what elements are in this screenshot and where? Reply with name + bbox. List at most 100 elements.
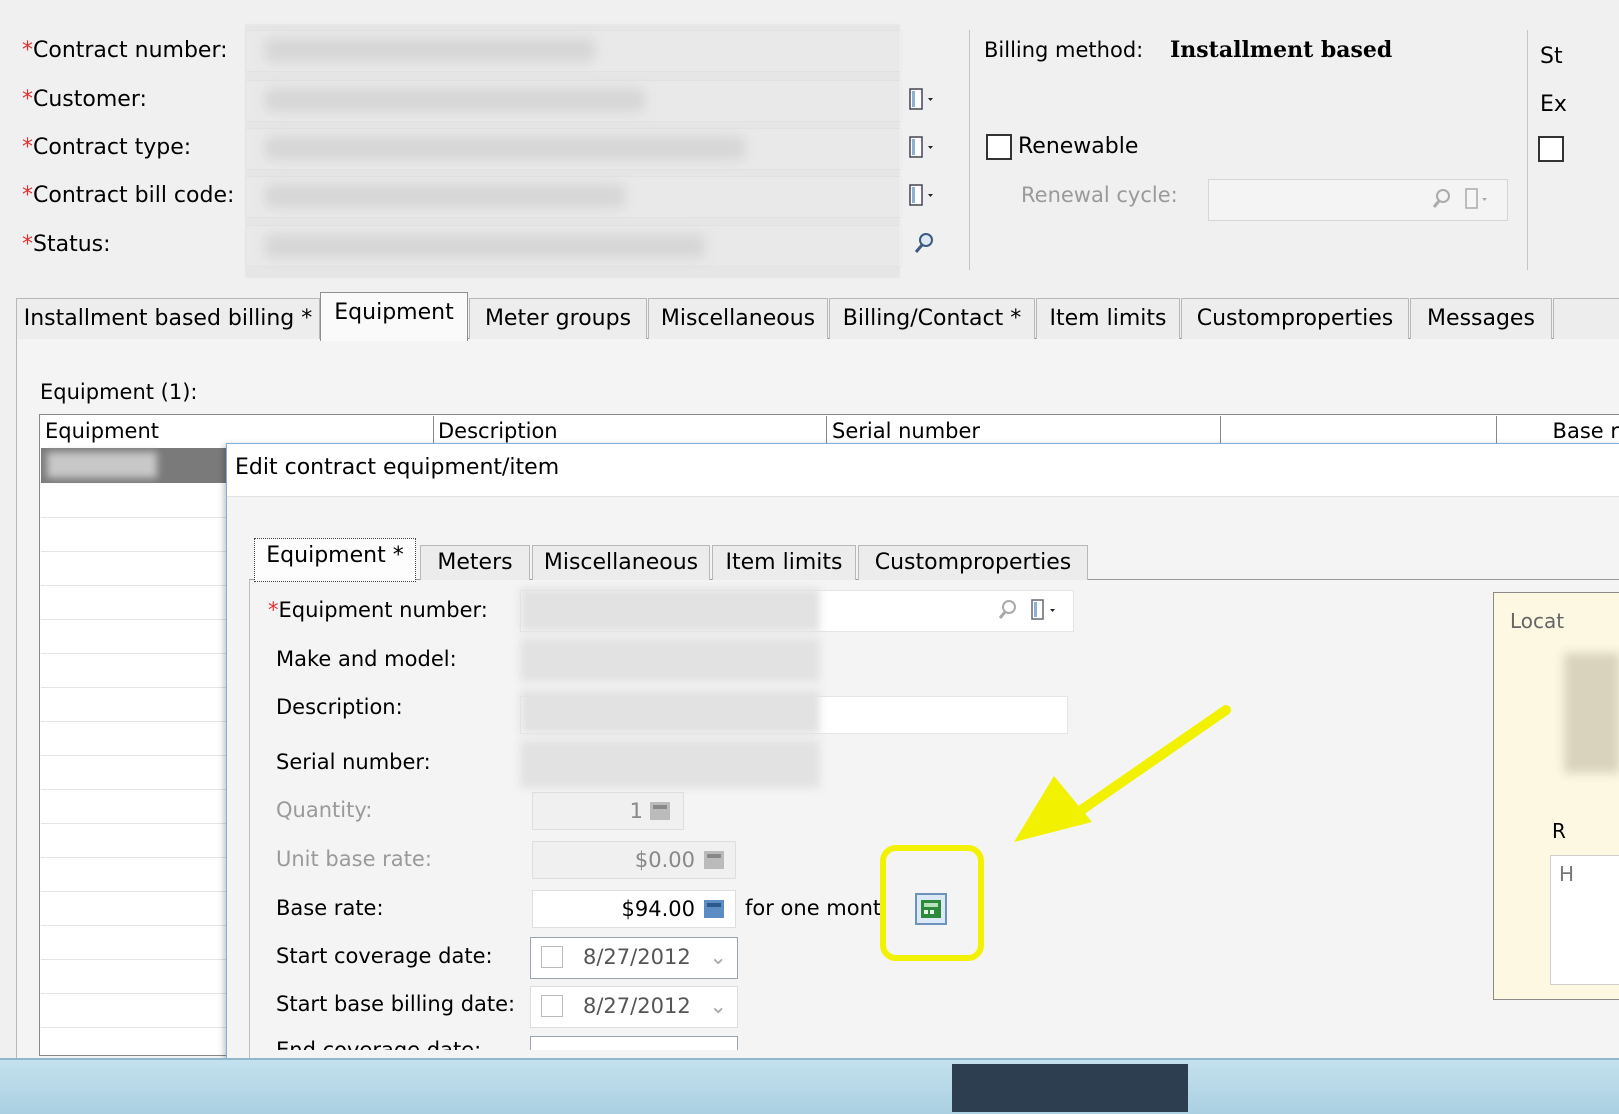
date-enable-checkbox[interactable] bbox=[541, 995, 563, 1017]
right-partial-label-ex: Ex bbox=[1540, 92, 1567, 117]
status-label: *Status: bbox=[22, 232, 111, 257]
table-row-selected[interactable] bbox=[41, 448, 227, 483]
unit-base-rate-label: Unit base rate: bbox=[276, 847, 432, 871]
description-label: Description: bbox=[276, 695, 403, 719]
contract-type-input[interactable] bbox=[245, 128, 902, 170]
calculator-icon[interactable] bbox=[702, 849, 726, 871]
table-row[interactable] bbox=[41, 552, 227, 586]
dialog-tab-customproperties[interactable]: Customproperties bbox=[858, 545, 1088, 580]
table-row[interactable] bbox=[41, 484, 227, 518]
header-divider-right bbox=[1527, 30, 1528, 270]
renewable-label: Renewable bbox=[1018, 134, 1139, 159]
end-coverage-date-picker[interactable] bbox=[530, 1036, 738, 1050]
bottom-taskbar bbox=[0, 1058, 1619, 1114]
contract-number-label: *Contract number: bbox=[22, 38, 228, 63]
start-coverage-date-picker[interactable]: 8/27/2012 ⌄ bbox=[530, 937, 738, 979]
header-form: *Contract number: *Customer: *Contract t… bbox=[0, 0, 1619, 290]
document-dropdown-icon[interactable] bbox=[1460, 184, 1500, 216]
end-coverage-row-clip: End coverage date: bbox=[240, 1034, 760, 1050]
make-model-value-blurred bbox=[520, 638, 820, 682]
location-panel-label: Locat bbox=[1510, 609, 1565, 633]
tab-overflow[interactable] bbox=[1553, 298, 1619, 339]
search-icon[interactable] bbox=[1426, 185, 1456, 215]
table-row[interactable] bbox=[41, 824, 227, 858]
document-dropdown-icon bbox=[909, 184, 933, 206]
table-row[interactable] bbox=[41, 756, 227, 790]
tab-item-limits[interactable]: Item limits bbox=[1036, 298, 1180, 339]
start-base-billing-date-picker[interactable]: 8/27/2012 ⌄ bbox=[530, 986, 738, 1028]
dialog-tab-equipment[interactable]: Equipment * bbox=[254, 538, 416, 582]
table-row[interactable] bbox=[41, 892, 227, 926]
tab-miscellaneous[interactable]: Miscellaneous bbox=[648, 298, 828, 339]
equipment-section-title: Equipment (1): bbox=[40, 380, 198, 404]
base-rate-label: Base rate: bbox=[276, 896, 384, 920]
table-row[interactable] bbox=[41, 586, 227, 620]
column-header-equipment[interactable]: Equipment bbox=[41, 416, 434, 446]
tab-messages[interactable]: Messages bbox=[1410, 298, 1552, 339]
table-row[interactable] bbox=[41, 688, 227, 722]
tab-customproperties[interactable]: Customproperties bbox=[1181, 298, 1409, 339]
column-header-base-rate[interactable]: Base r bbox=[1497, 416, 1619, 446]
dialog-title: Edit contract equipment/item bbox=[235, 455, 560, 480]
table-row[interactable] bbox=[41, 722, 227, 756]
location-notes-h-label: H bbox=[1559, 862, 1575, 886]
tab-billing-contact[interactable]: Billing/Contact * bbox=[829, 298, 1035, 339]
serial-number-label: Serial number: bbox=[276, 750, 431, 774]
contract-type-label: *Contract type: bbox=[22, 135, 192, 160]
document-dropdown-icon[interactable] bbox=[1026, 595, 1070, 627]
base-rate-period-text: for one mont bbox=[745, 896, 882, 920]
header-divider bbox=[969, 30, 970, 270]
customer-input[interactable] bbox=[245, 80, 902, 122]
calculator-icon[interactable] bbox=[702, 898, 726, 920]
tab-installment-based-billing[interactable]: Installment based billing * bbox=[16, 298, 320, 339]
renewal-cycle-label: Renewal cycle: bbox=[1021, 183, 1178, 207]
search-icon bbox=[914, 233, 933, 253]
contract-bill-code-input[interactable] bbox=[245, 176, 902, 218]
location-panel-blurred bbox=[1564, 653, 1619, 773]
column-header-serial-number[interactable]: Serial number bbox=[828, 416, 1221, 446]
make-model-label: Make and model: bbox=[276, 647, 457, 671]
renewable-checkbox[interactable] bbox=[986, 134, 1012, 160]
chevron-down-icon[interactable]: ⌄ bbox=[709, 987, 727, 1025]
billing-method-value: Installment based bbox=[1170, 37, 1393, 63]
location-panel: Locat R H bbox=[1493, 592, 1619, 1000]
contract-type-lookup-button[interactable] bbox=[904, 130, 944, 166]
selected-row-value-blurred bbox=[47, 452, 157, 478]
search-icon[interactable] bbox=[992, 596, 1022, 626]
table-row[interactable] bbox=[41, 790, 227, 824]
customer-lookup-button[interactable] bbox=[904, 82, 944, 118]
table-row[interactable] bbox=[41, 620, 227, 654]
quantity-label: Quantity: bbox=[276, 798, 373, 822]
table-row[interactable] bbox=[41, 518, 227, 552]
tab-equipment[interactable]: Equipment bbox=[320, 292, 468, 341]
billing-method-label: Billing method: bbox=[984, 38, 1144, 62]
bottom-taskbar-dark-item[interactable] bbox=[952, 1064, 1188, 1112]
column-header-blank[interactable] bbox=[1222, 416, 1497, 446]
dialog-tab-miscellaneous[interactable]: Miscellaneous bbox=[532, 545, 710, 580]
document-dropdown-icon bbox=[909, 136, 933, 158]
annotation-arrow-icon bbox=[1014, 705, 1231, 842]
contract-number-input[interactable] bbox=[245, 30, 902, 72]
calculator-icon[interactable] bbox=[648, 800, 672, 822]
dialog-tab-meters[interactable]: Meters bbox=[420, 545, 530, 580]
start-coverage-date-label: Start coverage date: bbox=[276, 944, 493, 968]
column-header-description[interactable]: Description bbox=[434, 416, 827, 446]
status-input[interactable] bbox=[245, 225, 902, 267]
table-row[interactable] bbox=[41, 994, 227, 1028]
dialog-tab-item-limits[interactable]: Item limits bbox=[712, 545, 856, 580]
contract-bill-code-label: *Contract bill code: bbox=[22, 183, 235, 208]
bill-code-lookup-button[interactable] bbox=[904, 178, 944, 214]
location-notes-field[interactable]: H bbox=[1550, 855, 1619, 985]
table-row[interactable] bbox=[41, 926, 227, 960]
chevron-down-icon[interactable]: ⌄ bbox=[709, 938, 727, 976]
table-row[interactable] bbox=[41, 654, 227, 688]
table-row[interactable] bbox=[41, 858, 227, 892]
highlight-box bbox=[880, 845, 984, 961]
status-search-button[interactable] bbox=[904, 226, 944, 262]
table-row[interactable] bbox=[41, 960, 227, 994]
customer-label: *Customer: bbox=[22, 87, 147, 112]
right-partial-checkbox[interactable] bbox=[1538, 136, 1564, 162]
start-base-billing-date-label: Start base billing date: bbox=[276, 992, 516, 1016]
date-enable-checkbox[interactable] bbox=[541, 946, 563, 968]
tab-meter-groups[interactable]: Meter groups bbox=[469, 298, 647, 339]
